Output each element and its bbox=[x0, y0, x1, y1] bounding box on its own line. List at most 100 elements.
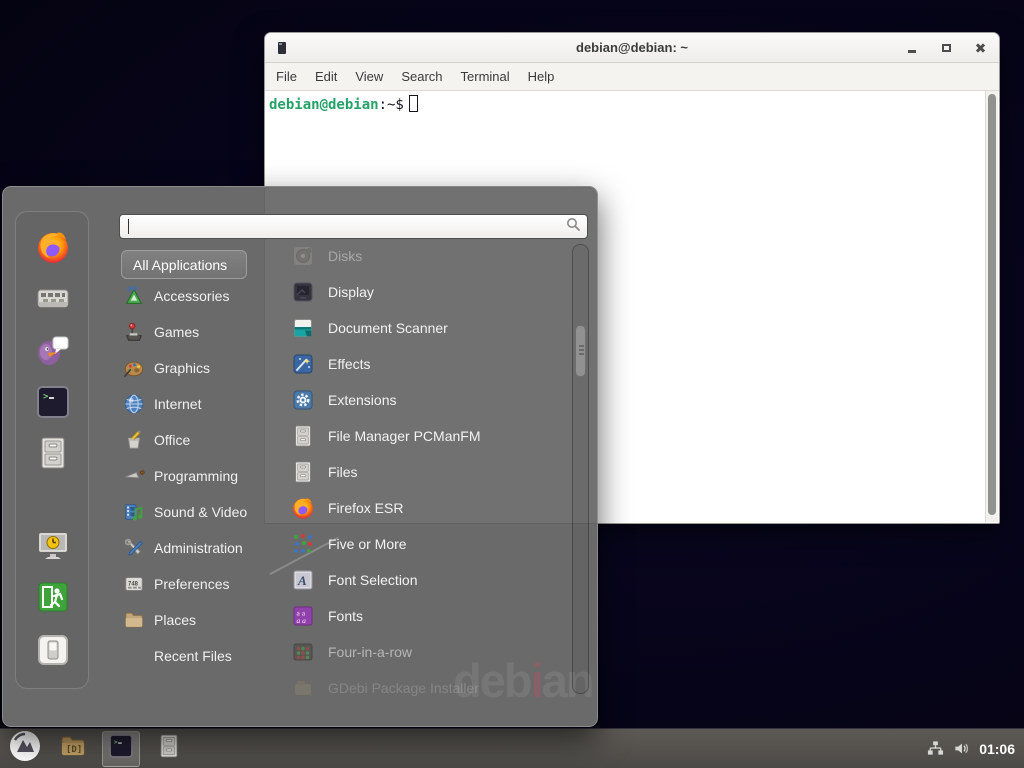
volume-tray-icon[interactable] bbox=[953, 740, 970, 757]
terminal-scrollbar[interactable] bbox=[985, 91, 998, 522]
category-preferences[interactable]: 748 Preferences bbox=[123, 566, 283, 602]
terminal-dark-icon: > bbox=[108, 733, 134, 764]
app-extensions[interactable]: Extensions bbox=[291, 382, 573, 418]
category-label: Office bbox=[154, 432, 190, 448]
app-font-selection[interactable]: AFont Selection bbox=[291, 562, 573, 598]
session-lock-screen-button[interactable] bbox=[34, 528, 72, 566]
app-file-manager-pcmanfm[interactable]: File Manager PCManFM bbox=[291, 418, 573, 454]
display-icon bbox=[291, 280, 315, 304]
extensions-icon bbox=[291, 388, 315, 412]
taskbar-task-file-manager[interactable] bbox=[150, 731, 188, 767]
terminal-menu-view[interactable]: View bbox=[346, 65, 392, 88]
taskbar-clock[interactable]: 01:06 bbox=[979, 741, 1015, 757]
places-icon bbox=[123, 609, 145, 631]
terminal-menu-terminal[interactable]: Terminal bbox=[452, 65, 519, 88]
app-label: Files bbox=[328, 464, 358, 480]
terminal-menubar: FileEditViewSearchTerminalHelp bbox=[265, 63, 999, 91]
svg-text:>: > bbox=[43, 392, 49, 402]
category-programming[interactable]: Programming bbox=[123, 458, 283, 494]
app-list-scrollbar-track[interactable] bbox=[572, 244, 589, 694]
four-in-a-row-icon bbox=[291, 640, 315, 664]
app-label: Extensions bbox=[328, 392, 396, 408]
category-all-applications[interactable]: All Applications bbox=[121, 250, 247, 279]
office-icon bbox=[123, 429, 145, 451]
app-firefox-esr[interactable]: Firefox ESR bbox=[291, 490, 573, 526]
graphics-icon bbox=[123, 357, 145, 379]
category-games[interactable]: Games bbox=[123, 314, 283, 350]
application-menu: debian > All Applications AccessoriesGam… bbox=[2, 186, 598, 727]
file-cabinet-icon bbox=[291, 424, 315, 448]
category-label: Sound & Video bbox=[154, 504, 247, 520]
category-sound-video[interactable]: Sound & Video bbox=[123, 494, 283, 530]
network-tray-icon[interactable] bbox=[927, 740, 944, 757]
fonts-icon: a aa a bbox=[291, 604, 315, 628]
category-label: Recent Files bbox=[154, 648, 232, 664]
app-label: File Manager PCManFM bbox=[328, 428, 481, 444]
category-label: Graphics bbox=[154, 360, 210, 376]
category-places[interactable]: Places bbox=[123, 602, 283, 638]
terminal-menu-edit[interactable]: Edit bbox=[306, 65, 346, 88]
category-label: Internet bbox=[154, 396, 201, 412]
app-label: Four-in-a-row bbox=[328, 644, 412, 660]
app-label: Display bbox=[328, 284, 374, 300]
administration-icon bbox=[123, 537, 145, 559]
favorite-pidgin[interactable] bbox=[34, 333, 72, 371]
category-all-applications-label: All Applications bbox=[133, 257, 227, 273]
maximize-button[interactable] bbox=[939, 41, 953, 55]
search-input[interactable] bbox=[119, 214, 588, 239]
svg-text:A: A bbox=[297, 573, 307, 588]
category-label: Preferences bbox=[154, 576, 229, 592]
category-recent-files[interactable]: Recent Files bbox=[123, 638, 283, 674]
favorite-terminal-dark[interactable]: > bbox=[34, 385, 72, 423]
app-label: Firefox ESR bbox=[328, 500, 403, 516]
prompt-rest: :~$ bbox=[379, 97, 404, 113]
taskbar-menu-button[interactable] bbox=[6, 731, 44, 767]
app-gdebi-package-installer[interactable]: GDebi Package Installer bbox=[291, 670, 573, 706]
terminal-scrollbar-thumb[interactable] bbox=[988, 94, 996, 515]
terminal-menu-help[interactable]: Help bbox=[519, 65, 564, 88]
app-disks[interactable]: Disks bbox=[291, 238, 573, 274]
session-logout-button[interactable] bbox=[34, 580, 72, 618]
taskbar-task-terminal[interactable]: > bbox=[102, 731, 140, 767]
close-button[interactable] bbox=[973, 41, 987, 55]
app-four-in-a-row[interactable]: Four-in-a-row bbox=[291, 634, 573, 670]
cb-logo-icon bbox=[9, 730, 41, 767]
taskbar-task-folder-d[interactable]: [D] bbox=[54, 731, 92, 767]
category-internet[interactable]: Internet bbox=[123, 386, 283, 422]
lock-screen-icon bbox=[35, 527, 71, 568]
terminal-titlebar[interactable]: debian@debian: ~ bbox=[265, 33, 999, 63]
app-effects[interactable]: Effects bbox=[291, 346, 573, 382]
font-selection-icon: A bbox=[291, 568, 315, 592]
app-label: Effects bbox=[328, 356, 371, 372]
category-accessories[interactable]: Accessories bbox=[123, 278, 283, 314]
session-shutdown-button[interactable] bbox=[34, 633, 72, 671]
app-label: Five or More bbox=[328, 536, 407, 552]
category-office[interactable]: Office bbox=[123, 422, 283, 458]
taskbar: [D] > 01:06 bbox=[0, 728, 1024, 768]
svg-text:748: 748 bbox=[128, 581, 139, 587]
effects-icon bbox=[291, 352, 315, 376]
category-graphics[interactable]: Graphics bbox=[123, 350, 283, 386]
search-caret bbox=[128, 219, 129, 234]
firefox-icon bbox=[35, 229, 71, 270]
sound-video-icon bbox=[123, 501, 145, 523]
favorite-software-keyboard[interactable] bbox=[34, 281, 72, 319]
accessories-icon bbox=[123, 285, 145, 307]
app-five-or-more[interactable]: Five or More bbox=[291, 526, 573, 562]
favorite-file-cabinet[interactable] bbox=[34, 436, 72, 474]
favorite-firefox[interactable] bbox=[34, 230, 72, 268]
app-list-scrollbar-thumb[interactable] bbox=[575, 325, 586, 377]
terminal-menu-search[interactable]: Search bbox=[392, 65, 451, 88]
app-document-scanner[interactable]: Document Scanner bbox=[291, 310, 573, 346]
category-administration[interactable]: Administration bbox=[123, 530, 283, 566]
firefox-icon bbox=[291, 496, 315, 520]
app-fonts[interactable]: a aa aFonts bbox=[291, 598, 573, 634]
minimize-button[interactable] bbox=[905, 41, 919, 55]
app-files[interactable]: Files bbox=[291, 454, 573, 490]
category-label: Administration bbox=[154, 540, 243, 556]
programming-icon bbox=[123, 465, 145, 487]
app-display[interactable]: Display bbox=[291, 274, 573, 310]
internet-icon bbox=[123, 393, 145, 415]
file-cabinet-icon bbox=[291, 460, 315, 484]
terminal-menu-file[interactable]: File bbox=[267, 65, 306, 88]
